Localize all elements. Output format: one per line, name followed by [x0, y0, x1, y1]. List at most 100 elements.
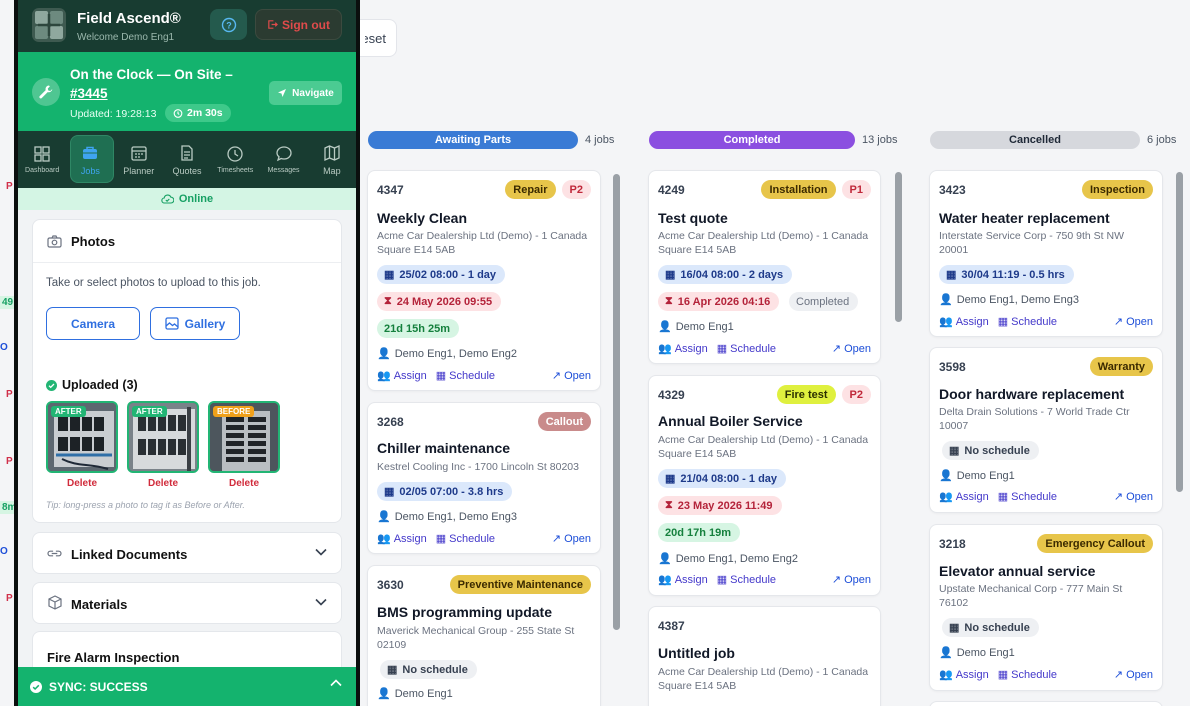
- schedule-link[interactable]: ▦ Schedule: [998, 668, 1057, 682]
- scroll-thumb[interactable]: [1176, 172, 1183, 492]
- mobile-app-frame: Field Ascend® Welcome Demo Eng1 ? Sign o…: [14, 0, 360, 706]
- chat-icon: [275, 146, 292, 162]
- calendar-icon: ▦: [716, 574, 728, 586]
- clock-status: On the Clock — On Site – #3445: [70, 65, 250, 103]
- column-scrollbar[interactable]: [612, 162, 620, 642]
- nav-planner[interactable]: Planner: [115, 131, 163, 188]
- job-title: Elevator annual service: [939, 563, 1096, 579]
- column-cancelled: 3423 Inspection Water heater replacement…: [922, 160, 1190, 706]
- elapsed-timer: 2m 30s: [165, 104, 231, 122]
- job-card[interactable]: 3423 Inspection Water heater replacement…: [929, 170, 1163, 337]
- job-tags: Warranty: [1089, 357, 1153, 376]
- job-tags: Installation P1: [761, 180, 871, 199]
- materials-panel[interactable]: Materials: [32, 582, 342, 624]
- job-title: Chiller maintenance: [377, 440, 511, 456]
- assign-link[interactable]: 👥 Assign: [939, 668, 989, 682]
- nav-timesheets[interactable]: Timesheets: [211, 131, 259, 188]
- clock-banner: On the Clock — On Site – #3445 Updated: 1…: [18, 52, 356, 131]
- job-address: Acme Car Dealership Ltd (Demo) - 1 Canad…: [658, 230, 869, 256]
- schedule-link[interactable]: ▦ Schedule: [436, 369, 495, 383]
- job-card[interactable]: 3218 Emergency Callout Elevator annual s…: [929, 524, 1163, 691]
- camera-button[interactable]: Camera: [46, 307, 140, 340]
- open-link[interactable]: ↗ Open: [831, 342, 871, 356]
- job-title: Door hardware replacement: [939, 386, 1125, 402]
- sync-status-bar[interactable]: SYNC: SUCCESS: [18, 667, 356, 706]
- open-link[interactable]: ↗ Open: [552, 369, 591, 383]
- updated-time: Updated: 19:28:13: [70, 108, 157, 120]
- users-icon: 👥: [939, 669, 953, 681]
- assignees: 👤 Demo Eng1: [377, 687, 453, 701]
- nav-quotes[interactable]: Quotes: [163, 131, 211, 188]
- job-type-tag: Preventive Maintenance: [449, 575, 591, 594]
- job-card[interactable]: 4347 Repair P2 Weekly Clean Acme Car Dea…: [367, 170, 601, 391]
- scroll-thumb[interactable]: [895, 172, 902, 322]
- job-address: Interstate Service Corp - 750 9th St NW …: [939, 230, 1124, 256]
- sign-out-button[interactable]: Sign out: [255, 9, 342, 40]
- photo-thumbnail[interactable]: AFTER: [46, 401, 118, 473]
- job-card[interactable]: 4249 Installation P1 Test quote Acme Car…: [648, 170, 881, 364]
- photo-thumbnail[interactable]: AFTER: [127, 401, 199, 473]
- schedule-link[interactable]: ▦ Schedule: [717, 342, 776, 356]
- open-link[interactable]: ↗ Open: [832, 573, 871, 587]
- card-actions: 👥 Assign ▦ Schedule ↗ Open: [939, 315, 1153, 329]
- assign-link[interactable]: 👥 Assign: [939, 315, 989, 329]
- job-ref-link[interactable]: #3445: [70, 86, 108, 101]
- schedule-link[interactable]: ▦ Schedule: [716, 573, 776, 587]
- ghost-fragment: O: [0, 342, 8, 353]
- job-card[interactable]: 3598 Warranty Door hardware replacement …: [929, 347, 1163, 513]
- photo-thumbnail[interactable]: BEFORE: [208, 401, 280, 473]
- ghost-fragment: P: [6, 456, 13, 467]
- linked-documents-panel[interactable]: Linked Documents: [32, 532, 342, 574]
- app-title: Field Ascend®: [77, 10, 181, 27]
- assignees: 👤 Demo Eng1, Demo Eng2: [658, 552, 798, 566]
- assign-link[interactable]: 👥 Assign: [939, 490, 989, 504]
- job-card[interactable]: 4387 Untitled job Acme Car Dealership Lt…: [648, 606, 881, 706]
- sync-status-text: SYNC: SUCCESS: [49, 680, 148, 694]
- nav-messages[interactable]: Messages: [259, 131, 307, 188]
- delete-photo-button[interactable]: Delete: [46, 478, 118, 489]
- schedule-link[interactable]: ▦ Schedule: [998, 315, 1057, 329]
- delete-photo-button[interactable]: Delete: [208, 478, 280, 489]
- open-link[interactable]: ↗ Open: [552, 532, 591, 546]
- job-card[interactable]: 3268 Callout Chiller maintenance Kestrel…: [367, 402, 601, 554]
- hourglass-icon: ⧗: [665, 295, 673, 307]
- navigate-button[interactable]: Navigate: [269, 81, 342, 105]
- open-link[interactable]: ↗ Open: [1114, 490, 1153, 504]
- column-title: Cancelled: [930, 131, 1140, 149]
- calendar-icon: ▦: [997, 491, 1009, 503]
- assign-link[interactable]: 👥 Assign: [658, 573, 708, 587]
- schedule-text: 25/02 08:00 - 1 day: [399, 268, 497, 281]
- nav-dashboard[interactable]: Dashboard: [18, 131, 66, 188]
- job-card[interactable]: 4329 Fire test P2 Annual Boiler Service …: [648, 375, 881, 596]
- job-address: Acme Car Dealership Ltd (Demo) - 1 Canad…: [377, 230, 588, 256]
- assign-link[interactable]: 👥 Assign: [658, 342, 708, 356]
- delete-photo-button[interactable]: Delete: [127, 478, 199, 489]
- status-badge: Completed: [789, 292, 859, 311]
- assign-link[interactable]: 👥 Assign: [377, 369, 427, 383]
- scroll-thumb[interactable]: [613, 174, 620, 630]
- users-icon: 👥: [658, 343, 672, 355]
- schedule-chip: ▦ 16/04 08:00 - 2 days: [658, 265, 793, 284]
- external-link-icon: ↗: [831, 343, 842, 355]
- due-chip: ⧗ 24 May 2026 09:55: [377, 292, 502, 311]
- job-address: Acme Car Dealership Ltd (Demo) - 1 Canad…: [658, 666, 869, 692]
- schedule-link[interactable]: ▦ Schedule: [997, 490, 1057, 504]
- open-link[interactable]: ↗ Open: [1114, 315, 1153, 329]
- no-schedule-text: No schedule: [964, 444, 1030, 457]
- nav-jobs[interactable]: Jobs: [66, 131, 114, 188]
- person-icon: 👤: [377, 511, 391, 523]
- nav-map[interactable]: Map: [308, 131, 356, 188]
- assign-link[interactable]: 👥 Assign: [377, 532, 427, 546]
- open-link[interactable]: ↗ Open: [1114, 668, 1153, 682]
- schedule-link[interactable]: ▦ Schedule: [436, 532, 495, 546]
- chevron-up-icon[interactable]: [330, 679, 342, 687]
- column-scrollbar[interactable]: [1175, 162, 1183, 642]
- assignee-names: Demo Eng1, Demo Eng2: [394, 347, 517, 360]
- job-card[interactable]: [929, 701, 1163, 706]
- gallery-button[interactable]: Gallery: [150, 307, 240, 340]
- no-schedule-text: No schedule: [964, 621, 1030, 634]
- help-button[interactable]: ?: [210, 9, 247, 40]
- column-scrollbar[interactable]: [894, 162, 902, 642]
- job-id: 3630: [377, 578, 404, 592]
- job-card[interactable]: 3630 Preventive Maintenance BMS programm…: [367, 565, 601, 706]
